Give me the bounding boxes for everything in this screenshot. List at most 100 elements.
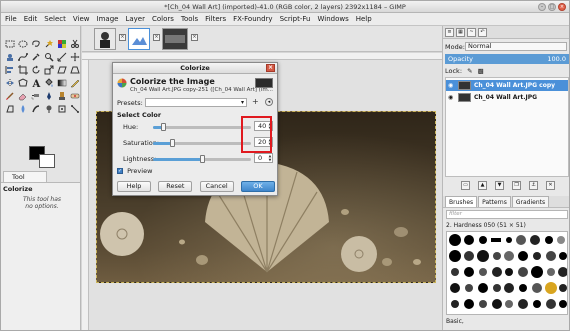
menu-tools[interactable]: Tools [181,15,198,23]
ok-button[interactable]: OK [240,181,275,192]
fuzzy-select-icon[interactable] [43,38,54,49]
airbrush-icon[interactable] [30,90,41,101]
image-tab-thumbnail[interactable] [162,28,188,50]
tab-gradients[interactable]: Gradients [511,196,550,207]
menu-view[interactable]: View [73,15,90,23]
pencil-icon[interactable] [69,77,80,88]
background-color-swatch[interactable] [39,154,55,168]
lasso-icon[interactable] [30,38,41,49]
dodge-burn-icon[interactable] [43,103,54,114]
layer-row[interactable]: ◉ Ch_04 Wall Art.JPG copy [446,80,568,91]
scissors-icon[interactable] [69,38,80,49]
presets-dropdown[interactable]: ▾ [145,98,247,107]
brush-filter-input[interactable]: filter [446,210,568,219]
shear-icon[interactable] [56,64,67,75]
eye-icon[interactable]: ◉ [448,80,453,91]
tab-brushes[interactable]: Brushes [445,196,478,207]
lower-layer-icon[interactable]: ▼ [495,181,504,190]
clone-icon[interactable] [56,90,67,101]
paths-icon[interactable] [17,51,28,62]
ellipse-select-icon[interactable] [17,38,28,49]
eraser-icon[interactable] [17,90,28,101]
image-tab-close-icon[interactable]: × [191,34,198,41]
align-icon[interactable] [4,64,15,75]
flip-icon[interactable] [4,77,15,88]
foreground-select-icon[interactable] [4,51,15,62]
image-tab-thumbnail[interactable] [128,28,150,50]
menu-file[interactable]: File [5,15,17,23]
anchor-layer-icon[interactable]: ⚓ [529,181,538,190]
paintbrush-icon[interactable] [4,90,15,101]
saturation-slider-handle[interactable] [170,139,176,147]
spin-arrows-icon[interactable]: ▲ ▼ [268,154,272,163]
menu-select[interactable]: Select [44,15,66,23]
smudge-icon[interactable] [30,103,41,114]
move-icon[interactable] [69,51,80,62]
tab-patterns[interactable]: Patterns [478,196,511,207]
cage-icon[interactable] [17,77,28,88]
menu-script-fu[interactable]: Script-Fu [280,15,311,23]
minimize-button[interactable]: – [538,3,546,11]
text-icon[interactable]: A [30,77,41,88]
new-layer-icon[interactable]: ▭ [461,181,470,190]
eye-icon[interactable]: ◉ [448,92,453,103]
menu-filters[interactable]: Filters [205,15,226,23]
dialog-close-button[interactable]: × [266,64,275,72]
menu-help[interactable]: Help [356,15,372,23]
perspective-clone-icon[interactable] [4,103,15,114]
maximize-button[interactable]: □ [548,3,556,11]
raise-layer-icon[interactable]: ▲ [478,181,487,190]
saturation-slider[interactable] [153,139,251,147]
blur-icon[interactable] [17,103,28,114]
measure-icon[interactable] [56,51,67,62]
undo-history-tab-icon[interactable]: ↶ [478,28,487,37]
handle-transform-icon[interactable] [69,103,80,114]
brush-grid[interactable] [446,231,568,315]
preview-checkbox[interactable]: ✓ [117,168,123,174]
zoom-icon[interactable] [43,51,54,62]
rect-select-icon[interactable] [4,38,15,49]
menu-layer[interactable]: Layer [125,15,145,23]
cancel-button[interactable]: Cancel [199,181,234,192]
hue-slider-handle[interactable] [161,123,167,131]
image-tab-close-icon[interactable]: × [153,34,160,41]
add-preset-button[interactable]: + [252,98,259,106]
reset-button[interactable]: Reset [158,181,193,192]
bucket-fill-icon[interactable] [43,77,54,88]
layer-row[interactable]: ◉ Ch_04 Wall Art.JPG [446,92,568,103]
paths-tab-icon[interactable]: ~ [467,28,476,37]
lightness-spinbox[interactable]: 0 ▲ ▼ [254,153,273,163]
close-window-button[interactable]: × [558,3,566,11]
menu-colors[interactable]: Colors [152,15,174,23]
menu-edit[interactable]: Edit [24,15,38,23]
fg-bg-colors[interactable] [29,146,57,168]
help-button[interactable]: Help [117,181,151,192]
menu-image[interactable]: Image [97,15,119,23]
unified-transform-icon[interactable] [56,103,67,114]
mode-dropdown[interactable]: Normal [465,42,567,51]
color-select-icon[interactable] [56,38,67,49]
lock-alpha-icon[interactable]: ▩ [478,67,484,75]
color-picker-icon[interactable] [30,51,41,62]
image-tab-close-icon[interactable]: × [119,34,126,41]
crop-icon[interactable] [17,64,28,75]
lightness-slider[interactable] [153,155,251,163]
heal-icon[interactable] [69,90,80,101]
lightness-slider-handle[interactable] [199,155,205,163]
layers-tab-icon[interactable]: ≡ [445,28,454,37]
presets-menu-icon[interactable]: ◂ [265,98,273,106]
scale-icon[interactable] [43,64,54,75]
perspective-icon[interactable] [69,64,80,75]
duplicate-layer-icon[interactable]: ❐ [512,181,521,190]
lock-pixels-icon[interactable]: ✎ [467,67,472,75]
delete-layer-icon[interactable]: ✕ [546,181,555,190]
image-tab-thumbnail[interactable] [94,28,116,50]
menu-fx-foundry[interactable]: FX-Foundry [233,15,272,23]
blend-icon[interactable] [56,77,67,88]
hue-slider[interactable] [153,123,251,131]
tab-tool-options[interactable]: Tool Options [3,171,47,191]
opacity-slider[interactable]: Opacity 100.0 [445,54,569,64]
ink-icon[interactable] [43,90,54,101]
menu-windows[interactable]: Windows [317,15,348,23]
rotate-icon[interactable] [30,64,41,75]
